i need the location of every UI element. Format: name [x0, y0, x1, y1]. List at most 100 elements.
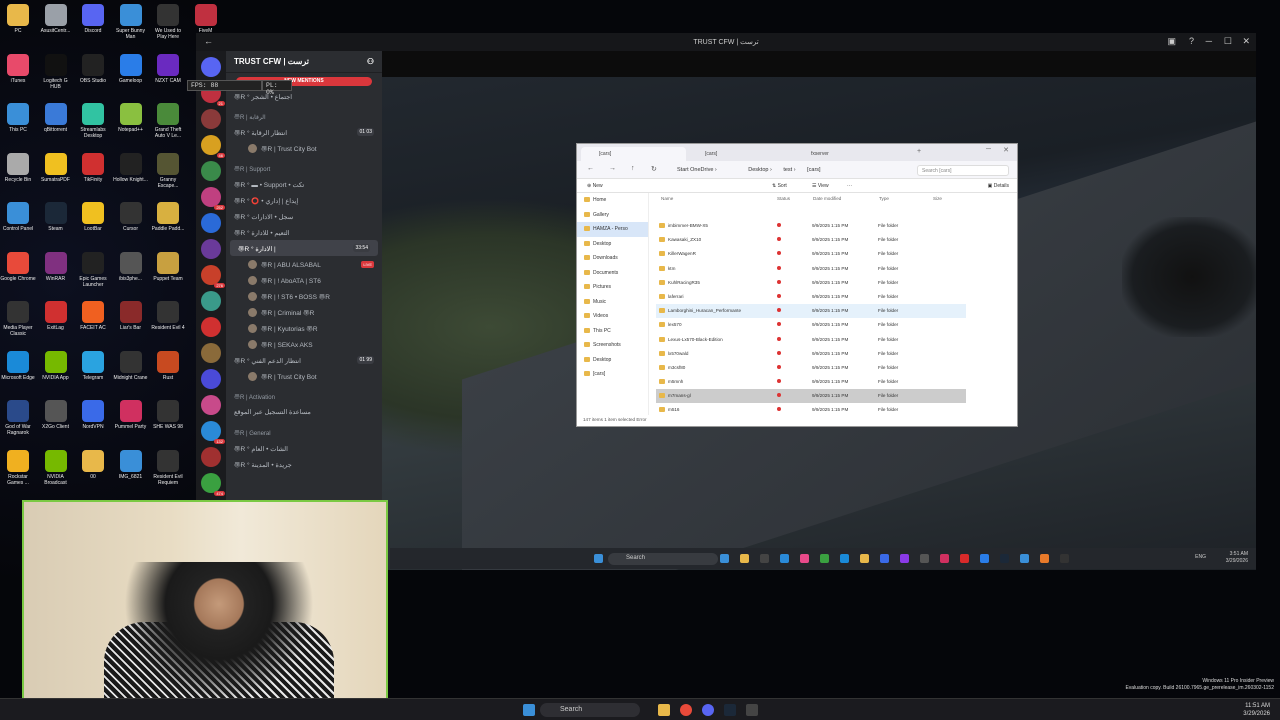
server-icon[interactable] — [201, 291, 221, 311]
file-row[interactable]: KillerWagenR 9/9/2025 1:15 PM File folder — [656, 247, 966, 261]
file-row[interactable]: m7mans-gl 9/9/2025 1:15 PM File folder — [656, 389, 966, 404]
desktop-icon[interactable]: Liar's Bar — [113, 301, 149, 331]
voice-user[interactable]: 〠R | ! ST6 • BOSS 〠R — [226, 288, 382, 304]
nav-item[interactable]: Desktop — [577, 237, 648, 252]
channel-item[interactable]: 〠R ° الشات • العام — [226, 440, 382, 456]
desktop-icon[interactable]: Granny Escape... — [150, 152, 186, 189]
vm-taskbar-app-icon[interactable] — [940, 554, 949, 563]
vm-search-input[interactable]: Search — [608, 553, 718, 565]
desktop-icon[interactable]: PC — [0, 4, 36, 34]
desktop-icon[interactable]: Discord — [75, 4, 111, 34]
vm-taskbar-app-icon[interactable] — [740, 554, 749, 563]
add-member-icon[interactable]: ⚇ — [367, 57, 374, 66]
channel-category[interactable]: 〠R | Support — [226, 160, 382, 176]
desktop-icon[interactable]: Rust — [150, 350, 186, 381]
desktop-icon[interactable]: Media Player Classic — [0, 301, 36, 337]
desktop-icon[interactable]: Microsoft Edge — [0, 350, 36, 381]
nav-item[interactable]: Gallery — [577, 208, 648, 223]
desktop-icon[interactable]: ibis3phe... — [113, 251, 149, 282]
back-icon[interactable]: ← — [204, 36, 213, 46]
channel-item[interactable]: مساعدة التسجيل عبر الموقع — [226, 404, 382, 420]
channel-item[interactable]: 〠R ° جريدة • المدينة — [226, 456, 382, 472]
col-status[interactable]: Status — [777, 196, 790, 201]
desktop-icon[interactable]: OBS Studio — [75, 53, 111, 84]
nav-item[interactable]: This PC — [577, 324, 648, 339]
desktop-icon[interactable]: Gameloop — [113, 53, 149, 84]
channel-item[interactable]: 〠R ° الادارة | 33:54 — [230, 240, 378, 256]
vm-taskbar-app-icon[interactable] — [860, 554, 869, 563]
desktop-icon[interactable]: Steam — [38, 202, 74, 232]
desktop-icon[interactable]: NVIDIA Broadcast — [38, 449, 74, 486]
channel-item[interactable]: 〠R ° ⭕ • إيداع | إداري — [226, 192, 382, 208]
vm-taskbar-app-icon[interactable] — [780, 554, 789, 563]
desktop-icon[interactable]: NZXT CAM — [150, 53, 186, 84]
desktop-icon[interactable]: Puppet Team — [150, 251, 186, 282]
desktop-icon[interactable]: NVIDIA App — [38, 350, 74, 381]
desktop-icon[interactable]: qBittorrent — [38, 103, 74, 133]
vm-taskbar-app-icon[interactable] — [900, 554, 909, 563]
forward-arrow-icon[interactable]: → — [609, 165, 616, 172]
nav-item[interactable]: Videos — [577, 309, 648, 324]
server-icon[interactable] — [201, 57, 221, 77]
minimize-icon[interactable]: ─ — [1206, 36, 1212, 46]
desktop-icon[interactable]: Resident Evil 4 — [150, 301, 186, 331]
nav-item[interactable]: Pictures — [577, 280, 648, 295]
desktop-icon[interactable]: SHE WAS 98 — [150, 400, 186, 430]
channel-item[interactable]: 〠R ° التعيم • للادارة — [226, 224, 382, 240]
start-icon[interactable] — [594, 554, 603, 563]
desktop-icon[interactable]: IMG_6821 — [113, 449, 149, 480]
crumb-onedrive[interactable]: Start OneDrive — [677, 167, 713, 173]
file-explorer-icon[interactable] — [658, 704, 670, 716]
desktop-icon[interactable]: X2Go Client — [38, 400, 74, 430]
nav-item[interactable]: Home — [577, 193, 648, 208]
desktop-icon[interactable]: Notepad++ — [113, 103, 149, 133]
new-button[interactable]: ⊕ New — [587, 183, 603, 189]
nav-item[interactable]: HAMZA - Perso — [577, 222, 648, 237]
vm-taskbar-app-icon[interactable] — [1000, 554, 1009, 563]
server-icon[interactable] — [201, 343, 221, 363]
channel-item[interactable]: 〠R ° انتظار الرقابة 01 03 — [226, 124, 382, 140]
discord-icon[interactable] — [702, 704, 714, 716]
server-icon[interactable]: 276 — [201, 265, 225, 288]
desktop-icon[interactable]: Paddle Padd... — [150, 202, 186, 232]
file-row[interactable]: m3csf80 9/9/2025 1:15 PM File folder — [656, 361, 966, 375]
host-clock[interactable]: 11:51 AM 3/29/2026 — [1243, 702, 1270, 718]
desktop-icon[interactable]: Hollow Knight... — [113, 152, 149, 183]
server-icon[interactable] — [201, 317, 221, 337]
nav-item[interactable]: Desktop — [577, 353, 648, 368]
vm-taskbar-app-icon[interactable] — [920, 554, 929, 563]
desktop-icon[interactable]: AsusitCentr... — [38, 4, 74, 34]
desktop-icon[interactable]: iTunes — [0, 53, 36, 84]
inbox-icon[interactable]: ▣ — [1167, 36, 1176, 47]
server-icon[interactable] — [201, 109, 221, 129]
vm-taskbar-app-icon[interactable] — [1060, 554, 1069, 563]
crumb-test[interactable]: test — [783, 167, 792, 173]
desktop-icon[interactable]: God of War Ragnarok — [0, 400, 36, 436]
sort-button[interactable]: ⇅ Sort — [772, 183, 787, 189]
desktop-icon[interactable]: Telegram — [75, 350, 111, 381]
desktop-icon[interactable]: TikFinity — [75, 152, 111, 183]
refresh-icon[interactable]: ↻ — [651, 165, 657, 173]
desktop-icon[interactable]: NordVPN — [75, 400, 111, 430]
desktop-icon[interactable]: Midnight Crane — [113, 350, 149, 381]
desktop-icon[interactable]: We Used to Play Here — [150, 4, 186, 40]
vm-taskbar-app-icon[interactable] — [840, 554, 849, 563]
nav-item[interactable]: [cars] — [577, 367, 648, 382]
server-icon[interactable] — [201, 213, 221, 233]
channel-item[interactable]: 〠R ° ▬ • Support • تكت — [226, 176, 382, 192]
taskbar-search[interactable]: Search — [540, 703, 640, 717]
channel-category[interactable]: 〠R | Activation — [226, 388, 382, 404]
close-icon[interactable]: ✕ — [1242, 36, 1250, 47]
channel-item[interactable]: 〠R ° انتظار الدعم الفني 01 99 — [226, 352, 382, 368]
crumb-desktop[interactable]: Desktop — [748, 167, 768, 173]
file-row[interactable]: imbimmer-BMW-X5 9/9/2025 1:15 PM File fold… — [656, 219, 966, 233]
col-size[interactable]: Size — [933, 196, 942, 201]
desktop-icon[interactable]: FACEIT AC — [75, 301, 111, 331]
file-row[interactable]: lx570wald 9/9/2025 1:15 PM File folder — [656, 347, 966, 361]
file-row[interactable]: Lexus-Lx570-Black-Edition 9/9/2025 1:15 P… — [656, 333, 966, 347]
desktop-icon[interactable]: Super Bunny Man — [113, 4, 149, 40]
vm-taskbar-app-icon[interactable] — [820, 554, 829, 563]
breadcrumb[interactable]: Start OneDrive › Desktop › test › [cars] — [673, 165, 903, 176]
tab-cars-2[interactable]: [cars] — [687, 147, 792, 161]
desktop-icon[interactable]: Recycle Bin — [0, 152, 36, 183]
